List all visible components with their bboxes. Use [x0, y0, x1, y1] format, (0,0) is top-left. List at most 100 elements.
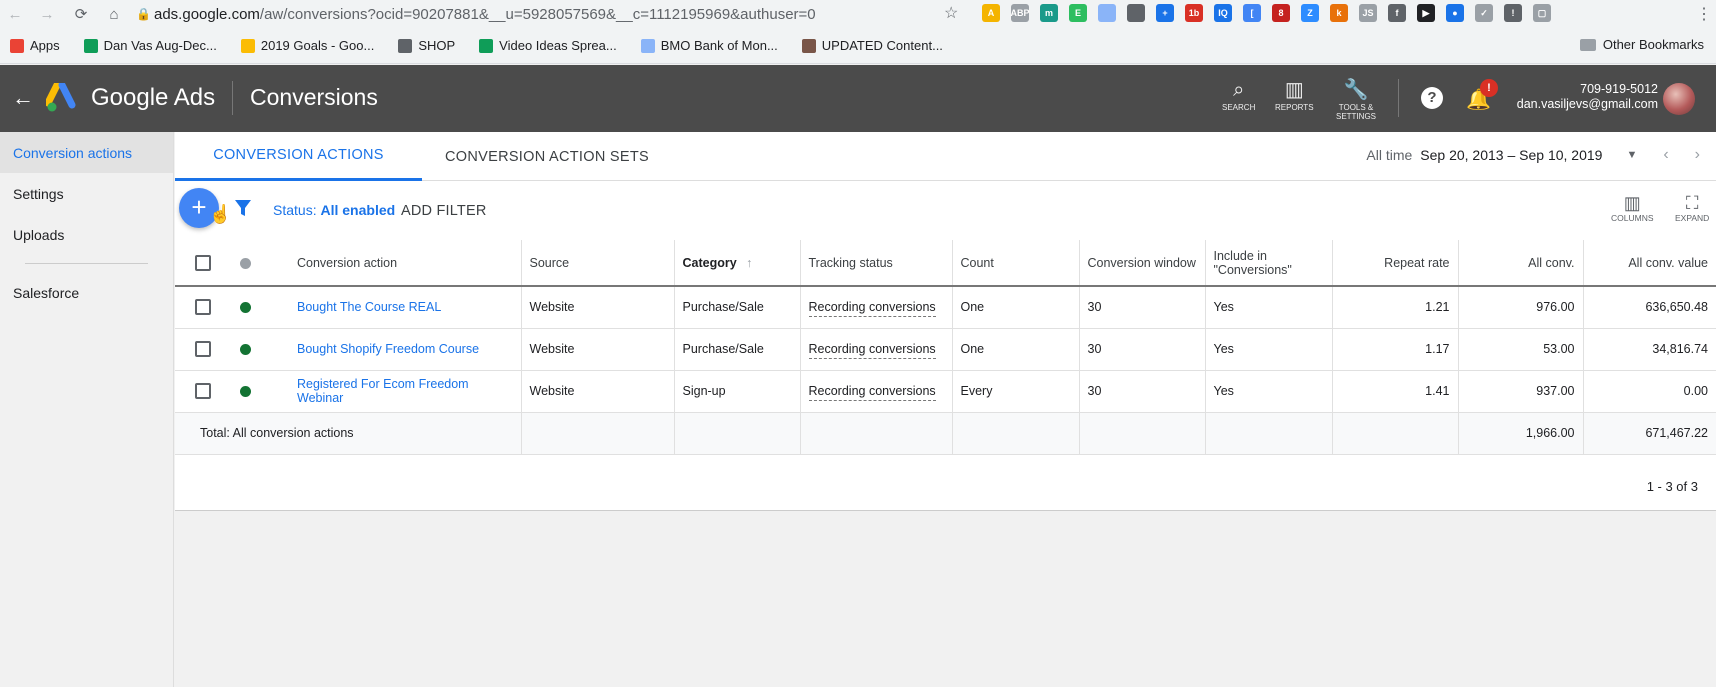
facebook-ext-icon[interactable]: f [1388, 4, 1406, 22]
screen-ext-icon[interactable]: ▢ [1533, 4, 1551, 22]
columns-button[interactable]: ▥ COLUMNS [1611, 193, 1654, 223]
status-enabled-dot[interactable] [240, 344, 251, 356]
zoom-ext-icon[interactable]: Z [1301, 4, 1319, 22]
columns-icon: ▥ [1623, 193, 1641, 213]
status-enabled-dot[interactable] [240, 302, 251, 314]
crosshair-ext-icon[interactable]: + [1156, 4, 1174, 22]
table-row[interactable]: Bought Shopify Freedom Course Website Purc… [175, 328, 1716, 371]
tracking-status-value[interactable]: Recording conversions [808, 384, 936, 401]
add-filter-button[interactable]: ADD FILTER [401, 203, 487, 219]
bookmark-item[interactable]: BMO Bank of Mon... [640, 38, 778, 53]
play-ext-icon[interactable]: ▶ [1417, 4, 1435, 22]
sidebar-item-settings[interactable]: Settings [0, 173, 173, 214]
tab-conversion-action-sets[interactable]: CONVERSION ACTION SETS [422, 132, 672, 181]
home-icon[interactable]: ⌂ [102, 2, 126, 26]
search-tool-button[interactable]: ⌕ SEARCH [1222, 79, 1255, 112]
back-arrow-icon[interactable]: ← [12, 85, 34, 111]
image-ext-icon[interactable] [1098, 4, 1116, 22]
col-header-all-conv[interactable]: All conv. [1458, 240, 1584, 287]
bookmark-item[interactable]: SHOP [398, 38, 455, 53]
js-ext-icon[interactable]: JS [1359, 4, 1377, 22]
total-empty-cell [952, 412, 1080, 455]
total-empty-cell [674, 412, 801, 455]
col-header-include[interactable]: Include in "Conversions" [1205, 240, 1333, 287]
col-header-window[interactable]: Conversion window [1079, 240, 1206, 287]
k-ext-icon[interactable]: k [1330, 4, 1348, 22]
calendar-ext-icon[interactable]: 8 [1272, 4, 1290, 22]
chevron-down-icon[interactable]: ▼ [1626, 149, 1637, 161]
iq-ext-icon[interactable]: IQ [1214, 4, 1232, 22]
more-icon[interactable]: ⋮ [1696, 4, 1712, 24]
wrench-icon: 🔧 [1343, 79, 1369, 101]
filter-icon[interactable] [235, 199, 251, 217]
tab-conversion-actions[interactable]: CONVERSION ACTIONS [175, 132, 422, 181]
lb-ext-icon[interactable]: 1b [1185, 4, 1203, 22]
evernote-icon[interactable]: E [1069, 4, 1087, 22]
back-icon[interactable]: ← [3, 2, 27, 26]
sidebar-item-uploads[interactable]: Uploads [0, 214, 173, 255]
table-row[interactable]: Registered For Ecom Freedom Webinar Websi… [175, 370, 1716, 413]
table-row[interactable]: Bought The Course REAL Website Purchase/Sa… [175, 286, 1716, 329]
address-bar[interactable]: 🔒 ads.google.com/aw/conversions?ocid=902… [136, 2, 972, 26]
bookmark-star-icon[interactable]: ☆ [944, 3, 958, 23]
col-header-category[interactable]: Category ↑ [674, 240, 801, 287]
expand-label: EXPAND [1675, 213, 1710, 223]
adsense-icon[interactable]: A [982, 4, 1000, 22]
search-tool-label: SEARCH [1222, 103, 1256, 112]
bulb-ext-icon[interactable]: ! [1504, 4, 1522, 22]
drive-icon [240, 38, 255, 53]
cell-source: Website [521, 328, 675, 371]
row-checkbox[interactable] [195, 299, 211, 316]
next-period-icon[interactable]: › [1695, 146, 1700, 164]
bookmark-item[interactable]: UPDATED Content... [801, 38, 943, 53]
col-header-source[interactable]: Source [521, 240, 675, 287]
circle-ext-icon[interactable]: m [1040, 4, 1058, 22]
bookmark-item[interactable]: Dan Vas Aug-Dec... [83, 38, 217, 53]
account-info[interactable]: 709-919-5012 dan.vasiljevs@gmail.com [1517, 82, 1658, 112]
browser-toolbar: ← → ⟳ ⌂ 🔒 ads.google.com/aw/conversions?… [0, 0, 1716, 28]
tracking-status-value[interactable]: Recording conversions [808, 300, 936, 318]
col-header-tracking[interactable]: Tracking status [800, 240, 953, 287]
total-empty-cell [1332, 412, 1459, 455]
forward-icon[interactable]: → [35, 2, 59, 26]
select-all-checkbox[interactable] [195, 254, 211, 271]
extensions-row: A ABP m E +1b IQ [8 Zk JS f ▶ ● ✓! ▢ [982, 4, 1551, 22]
bookmark-item[interactable]: Apps [10, 38, 60, 53]
cell-count: One [952, 328, 1080, 371]
help-icon[interactable]: ? [1421, 87, 1443, 109]
bookmark-item[interactable]: 2019 Goals - Goo... [240, 38, 374, 53]
conversion-action-link[interactable]: Bought The Course REAL [297, 300, 441, 314]
expand-button[interactable]: ⛶ EXPAND [1675, 193, 1709, 223]
sidebar-item-salesforce[interactable]: Salesforce [0, 272, 173, 313]
cell-tracking: Recording conversions [800, 286, 953, 329]
bookmark-item[interactable]: Video Ideas Sprea... [479, 38, 617, 53]
bracket-ext-icon[interactable]: [ [1243, 4, 1261, 22]
abp-icon[interactable]: ABP [1011, 4, 1030, 22]
col-header-all-value[interactable]: All conv. value [1583, 240, 1716, 287]
status-enabled-dot[interactable] [240, 386, 251, 398]
status-filter-chip[interactable]: Status: All enabled [273, 202, 395, 218]
conversion-action-link[interactable]: Registered For Ecom Freedom Webinar [297, 377, 469, 405]
pen-ext-icon[interactable] [1127, 4, 1145, 22]
col-header-repeat[interactable]: Repeat rate [1332, 240, 1459, 287]
search-icon: ⌕ [1233, 79, 1245, 101]
apps-grid-icon [10, 38, 24, 53]
tools-settings-button[interactable]: 🔧 TOOLS & SETTINGS [1336, 79, 1376, 121]
row-checkbox[interactable] [195, 383, 211, 399]
col-header-action[interactable]: Conversion action [289, 240, 522, 287]
row-checkbox[interactable] [195, 341, 211, 357]
date-range-picker[interactable]: All time Sep 20, 2013 – Sep 10, 2019 ▼ ‹… [1366, 146, 1700, 164]
badge-ext-icon[interactable]: ● [1446, 4, 1464, 22]
col-header-count[interactable]: Count [952, 240, 1080, 287]
other-bookmarks[interactable]: Other Bookmarks [1579, 37, 1704, 52]
cell-window: 30 [1079, 328, 1206, 371]
prev-period-icon[interactable]: ‹ [1663, 146, 1668, 164]
tracking-status-value[interactable]: Recording conversions [808, 342, 936, 359]
conversion-action-link[interactable]: Bought Shopify Freedom Course [297, 342, 479, 356]
reports-tool-button[interactable]: ▥ REPORTS [1275, 79, 1314, 112]
avatar[interactable] [1663, 83, 1695, 115]
reload-icon[interactable]: ⟳ [69, 2, 93, 26]
sidebar-item-conversion-actions[interactable]: Conversion actions [0, 132, 173, 173]
feather-ext-icon[interactable]: ✓ [1475, 4, 1493, 22]
status-header-dot[interactable] [240, 257, 251, 269]
